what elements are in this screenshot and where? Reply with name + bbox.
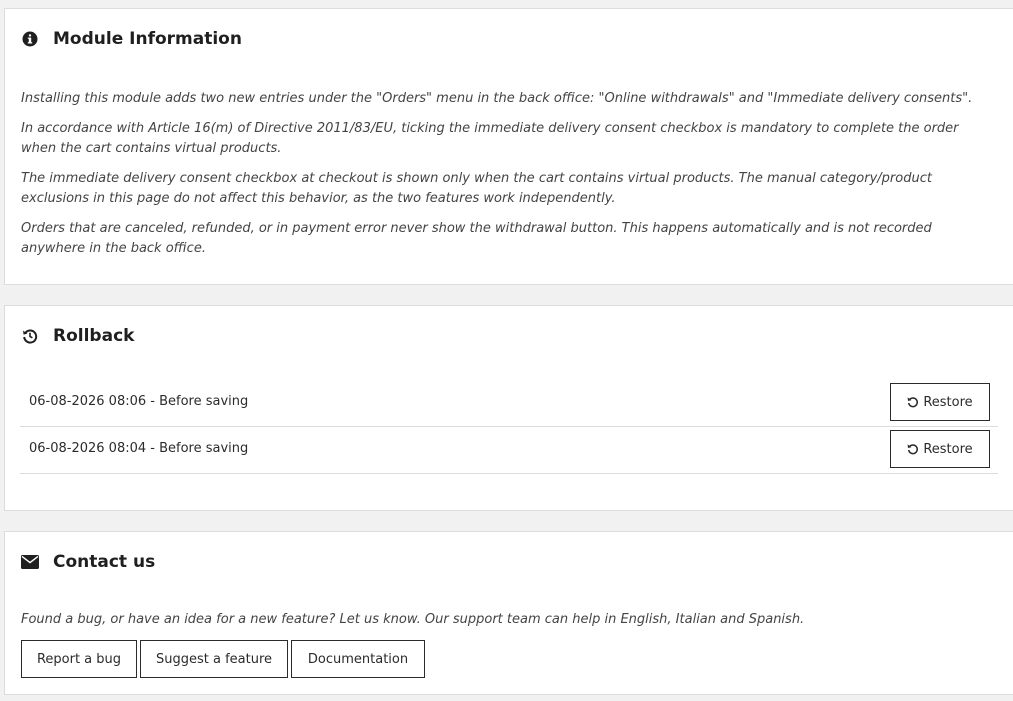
contact-heading: Contact us: [21, 552, 155, 572]
history-icon: [21, 327, 39, 345]
restore-button[interactable]: Restore: [890, 383, 990, 421]
rollback-entry-label: 06-08-2026 08:04 - Before saving: [29, 441, 249, 456]
module-information-heading: Module Information: [21, 29, 242, 49]
restore-button-label: Restore: [923, 394, 973, 410]
report-bug-button[interactable]: Report a bug: [21, 640, 137, 678]
info-paragraph: Orders that are canceled, refunded, or i…: [21, 221, 932, 256]
envelope-icon: [21, 553, 39, 571]
rollback-row: 06-08-2026 08:06 - Before saving Restore: [20, 380, 998, 427]
rollback-heading: Rollback: [21, 326, 134, 346]
contact-title: Contact us: [53, 552, 156, 572]
documentation-button[interactable]: Documentation: [291, 640, 425, 678]
rollback-panel: Rollback 06-08-2026 08:06 - Before savin…: [4, 305, 1013, 511]
restore-button-label: Restore: [923, 441, 973, 457]
info-paragraph: The immediate delivery consent checkbox …: [21, 171, 932, 206]
contact-panel: Contact us Found a bug, or have an idea …: [4, 531, 1013, 695]
undo-icon: [907, 443, 919, 455]
suggest-feature-button[interactable]: Suggest a feature: [140, 640, 288, 678]
rollback-title: Rollback: [53, 326, 135, 346]
module-information-title: Module Information: [53, 29, 242, 49]
info-paragraph: Installing this module adds two new entr…: [21, 91, 973, 106]
undo-icon: [907, 396, 919, 408]
restore-button[interactable]: Restore: [890, 430, 990, 468]
contact-description: Found a bug, or have an idea for a new f…: [21, 612, 805, 627]
info-circle-icon: [21, 30, 39, 48]
module-information-panel: Module Information Installing this modul…: [4, 8, 1013, 285]
info-paragraph: In accordance with Article 16(m) of Dire…: [21, 121, 959, 156]
rollback-row: 06-08-2026 08:04 - Before saving Restore: [20, 427, 998, 474]
rollback-entry-label: 06-08-2026 08:06 - Before saving: [29, 394, 249, 409]
